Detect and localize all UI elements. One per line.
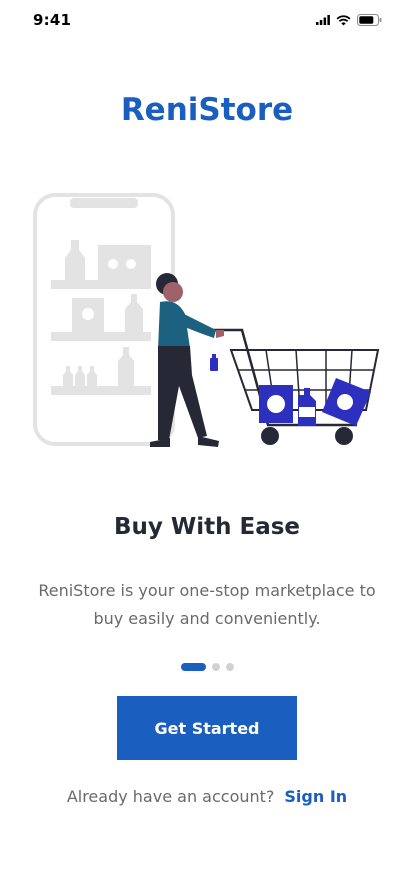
shelf bbox=[51, 280, 151, 289]
wifi-icon bbox=[336, 14, 351, 25]
shelf bbox=[51, 332, 151, 341]
brand-logo: ReniStore bbox=[120, 92, 294, 128]
signin-prompt: Already have an account? bbox=[66, 787, 275, 806]
signin-link[interactable]: Sign In bbox=[284, 787, 347, 806]
bottle-shape bbox=[63, 366, 73, 386]
battery-icon bbox=[357, 14, 382, 26]
bottle-shape bbox=[125, 294, 143, 332]
page-dot[interactable] bbox=[225, 663, 234, 671]
phone-notch bbox=[70, 198, 138, 208]
shopping-cart-icon bbox=[210, 328, 380, 445]
page-dot[interactable] bbox=[211, 663, 220, 671]
status-icons bbox=[316, 14, 382, 26]
status-bar: 9:41 bbox=[0, 0, 414, 44]
signin-row: Already have an account? Sign In bbox=[0, 787, 414, 806]
onboarding-description: ReniStore is your one-stop marketplace t… bbox=[38, 581, 376, 628]
shopper-figure bbox=[150, 273, 224, 447]
page-dot-active[interactable] bbox=[180, 663, 206, 671]
page-indicator bbox=[0, 663, 414, 671]
bottle-shape bbox=[87, 366, 97, 386]
shopping-cart-illustration bbox=[30, 190, 386, 452]
bottle-shape bbox=[118, 347, 134, 386]
bottle-shape bbox=[65, 240, 85, 280]
box-shape bbox=[98, 245, 151, 280]
shelf bbox=[51, 386, 151, 395]
onboarding-headline: Buy With Ease bbox=[113, 514, 301, 540]
signal-icon bbox=[316, 15, 330, 25]
status-time: 9:41 bbox=[33, 11, 72, 29]
bottle-shape bbox=[75, 366, 85, 386]
get-started-button[interactable]: Get Started bbox=[117, 696, 297, 760]
